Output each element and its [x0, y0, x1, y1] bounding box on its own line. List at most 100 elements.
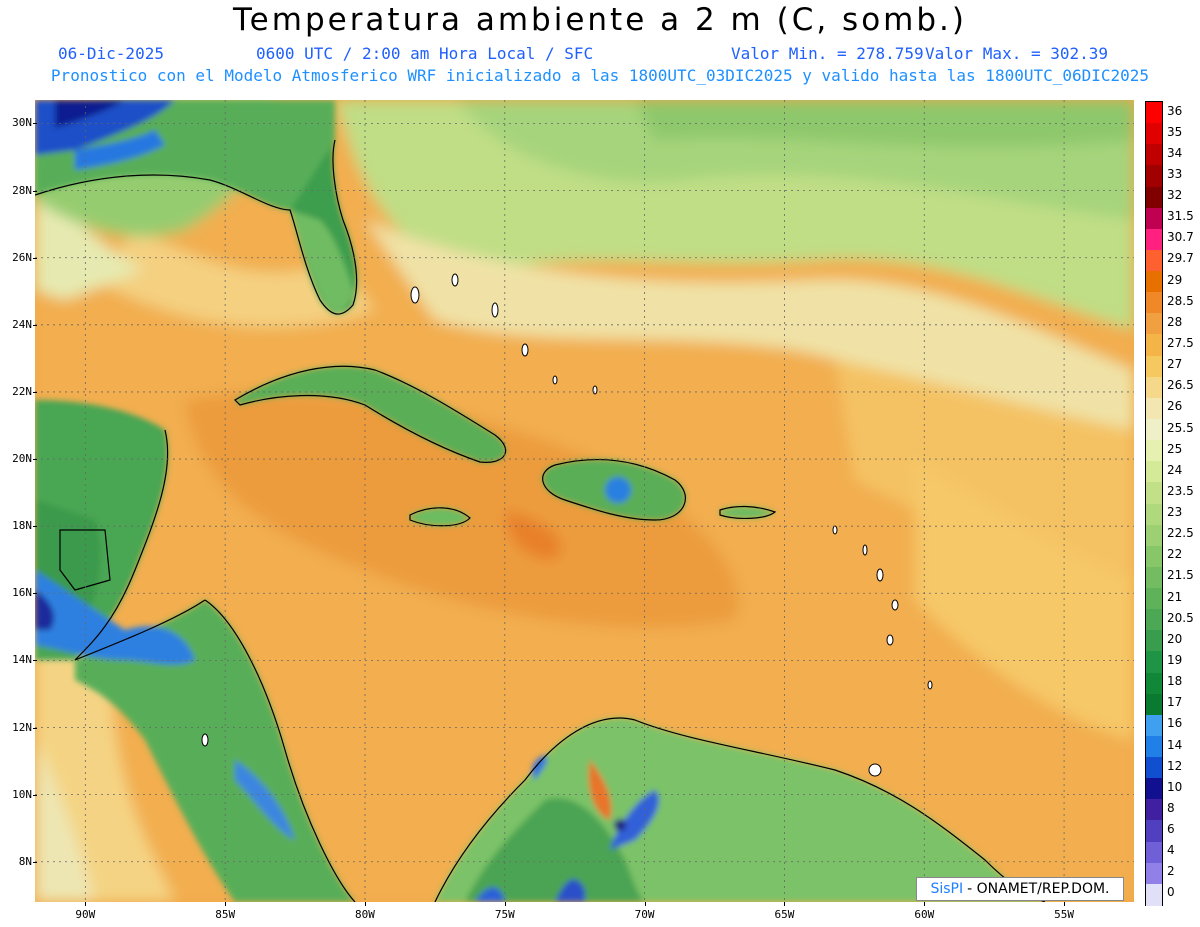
legend-swatch	[1146, 123, 1162, 145]
legend-swatch	[1146, 228, 1162, 251]
lon-tick	[924, 902, 926, 906]
legend-swatch	[1146, 186, 1162, 209]
legend-swatch	[1146, 714, 1162, 737]
legend-label: 28	[1167, 314, 1183, 329]
lat-label: 24N	[12, 317, 32, 331]
color-legend	[1145, 101, 1163, 906]
legend-swatch	[1146, 397, 1162, 420]
lat-tick	[33, 123, 37, 125]
time-label: 0600 UTC / 2:00 am Hora Local / SFC	[256, 44, 594, 63]
legend-label: 26.5	[1167, 378, 1194, 393]
legend-label: 16	[1167, 716, 1183, 731]
legend-label: 18	[1167, 674, 1183, 689]
legend-label: 4	[1167, 843, 1175, 858]
lat-tick	[33, 526, 37, 528]
legend-label: 8	[1167, 800, 1175, 815]
legend-label: 17	[1167, 695, 1183, 710]
legend-swatch	[1146, 841, 1162, 864]
legend-swatch	[1146, 376, 1162, 399]
legend-swatch	[1146, 102, 1162, 124]
legend-label: 23.5	[1167, 483, 1194, 498]
lat-tick	[33, 861, 37, 863]
legend-swatch	[1146, 355, 1162, 378]
legend-label: 28.5	[1167, 293, 1194, 308]
legend-swatch	[1146, 545, 1162, 568]
legend-label: 20	[1167, 631, 1183, 646]
lon-tick	[784, 902, 786, 906]
legend-label: 25.5	[1167, 420, 1194, 435]
legend-swatch	[1146, 144, 1162, 166]
legend-label: 34	[1167, 145, 1183, 160]
legend-label: 22.5	[1167, 526, 1194, 541]
lon-label: 80W	[355, 908, 375, 921]
lat-label: 26N	[12, 250, 32, 264]
lat-label: 22N	[12, 384, 32, 398]
lat-tick	[33, 190, 37, 192]
legend-swatch	[1146, 313, 1162, 336]
lat-tick	[33, 324, 37, 326]
legend-label: 35	[1167, 124, 1183, 139]
legend-swatch	[1146, 503, 1162, 526]
legend-swatch	[1146, 165, 1162, 188]
legend-swatch	[1146, 566, 1162, 589]
legend-swatch	[1146, 440, 1162, 462]
legend-swatch	[1146, 693, 1162, 716]
lon-label: 60W	[914, 908, 935, 921]
lat-label: 20N	[12, 452, 32, 466]
legend-label: 14	[1167, 737, 1183, 752]
legend-label: 6	[1167, 822, 1175, 837]
lat-label: 28N	[12, 183, 32, 197]
legend-swatch	[1146, 418, 1162, 441]
brand-logo: SisPI	[930, 881, 964, 897]
forecast-info: Pronostico con el Modelo Atmosferico WRF…	[50, 66, 1150, 85]
legend-label: 31.5	[1167, 209, 1194, 224]
legend-label: 36	[1167, 103, 1183, 118]
max-value: Valor Max. = 302.39	[925, 44, 1109, 63]
lat-label: 8N	[18, 854, 32, 868]
legend-swatch	[1146, 207, 1162, 230]
temperature-map[interactable]	[35, 100, 1134, 902]
min-value: Valor Min. = 278.759	[731, 44, 924, 63]
lat-tick	[33, 593, 37, 595]
lat-tick	[33, 257, 37, 259]
legend-swatch	[1146, 482, 1162, 505]
lon-label: 85W	[215, 908, 236, 921]
legend-label: 20.5	[1167, 610, 1194, 625]
legend-swatch	[1146, 672, 1162, 695]
lon-label: 90W	[75, 908, 96, 921]
legend-label: 32	[1167, 188, 1183, 203]
legend-swatch	[1146, 883, 1162, 906]
lon-tick	[225, 902, 227, 906]
lon-tick	[1064, 902, 1066, 906]
map-canvas	[35, 100, 1134, 902]
lat-label: 12N	[12, 720, 32, 734]
legend-label: 12	[1167, 758, 1183, 773]
legend-swatch	[1146, 651, 1162, 674]
legend-swatch	[1146, 461, 1162, 483]
lat-tick	[33, 660, 37, 662]
legend-label: 10	[1167, 779, 1183, 794]
lon-tick	[364, 902, 366, 906]
legend-label: 21.5	[1167, 568, 1194, 583]
lat-label: 16N	[12, 586, 32, 600]
legend-label: 30.7	[1167, 230, 1194, 245]
lat-label: 10N	[12, 787, 32, 801]
legend-swatch	[1146, 862, 1162, 885]
legend-label: 29.7	[1167, 251, 1194, 266]
legend-swatch	[1146, 334, 1162, 357]
lon-label: 70W	[634, 908, 655, 921]
credit-text: - ONAMET/REP.DOM.	[967, 881, 1110, 897]
legend-label: 27.5	[1167, 336, 1194, 350]
legend-swatch	[1146, 588, 1162, 610]
legend-swatch	[1146, 630, 1162, 652]
lon-tick	[644, 902, 646, 906]
legend-swatch	[1146, 757, 1162, 779]
legend-swatch	[1146, 778, 1162, 800]
lat-tick	[33, 391, 37, 393]
lat-label: 14N	[12, 653, 32, 667]
date-label: 06-Dic-2025	[58, 44, 164, 63]
credit-badge: SisPI - ONAMET/REP.DOM.	[916, 877, 1124, 901]
legend-label: 23	[1167, 505, 1183, 520]
lat-label: 18N	[12, 519, 32, 533]
lon-label: 75W	[494, 908, 515, 921]
